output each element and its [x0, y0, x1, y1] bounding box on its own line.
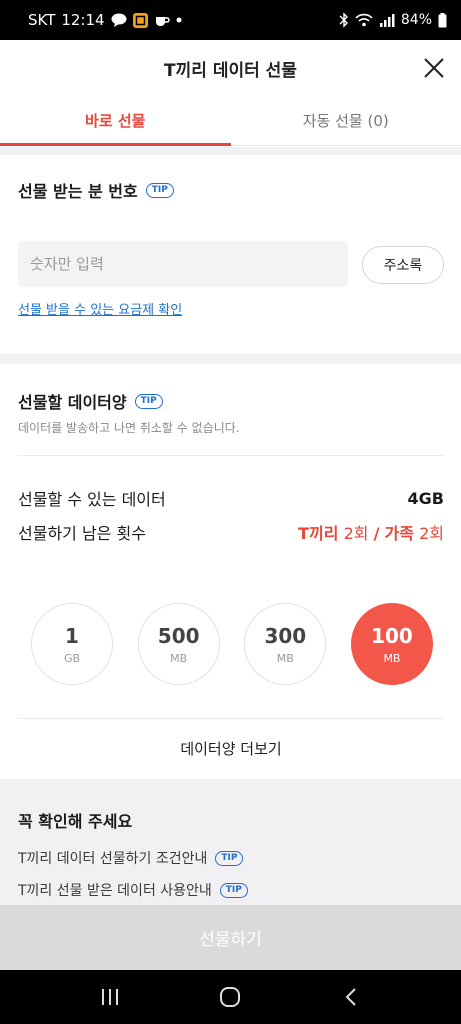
gift-submit-button[interactable]: 선물하기	[0, 905, 461, 970]
data-amount-section-title: 선물할 데이터양 TIP	[18, 389, 163, 413]
battery-percent: 84%	[400, 12, 432, 28]
remaining-count-label: 선물하기 남은 횟수	[18, 524, 146, 543]
recent-apps-icon[interactable]	[90, 977, 130, 1017]
amount-option-1gb[interactable]: 1 GB	[31, 603, 113, 685]
tab-direct-gift[interactable]: 바로 선물	[0, 96, 231, 146]
carrier-label: SKT	[28, 11, 56, 29]
more-notifications-dot-icon	[176, 17, 182, 23]
amount-value: 500	[157, 623, 200, 648]
data-amount-options: 1 GB 500 MB 300 MB 100 MB	[31, 603, 433, 685]
recipient-section-title: 선물 받는 분 번호 TIP	[18, 178, 174, 202]
bluetooth-icon	[339, 12, 349, 28]
amount-unit: GB	[63, 651, 81, 665]
amount-unit: MB	[276, 651, 294, 665]
divider	[18, 455, 444, 456]
amount-value: 1	[65, 623, 79, 648]
section-divider	[0, 147, 461, 155]
address-book-button[interactable]: 주소록	[362, 246, 444, 284]
amount-option-300mb[interactable]: 300 MB	[244, 603, 327, 685]
amount-unit: MB	[383, 651, 401, 665]
data-amount-tip-badge[interactable]: TIP	[134, 393, 163, 409]
remaining-count-value: T끼리 2회 / 가족 2회	[298, 520, 444, 544]
notice-item-label: T끼리 선물 받은 데이터 사용안내	[18, 883, 212, 899]
system-nav-bar	[0, 970, 461, 1024]
close-icon[interactable]	[421, 55, 447, 81]
page-header: T끼리 데이터 선물	[0, 40, 461, 96]
cup-notification-icon	[154, 13, 170, 27]
page-title: T끼리 데이터 선물	[164, 60, 297, 81]
available-data-row: 선물할 수 있는 데이터 4GB	[18, 486, 444, 510]
recipient-title-label: 선물 받는 분 번호	[18, 182, 138, 201]
remaining-tkiri-count: 2회	[343, 524, 369, 543]
notice-tip-badge[interactable]: TIP	[215, 850, 244, 866]
remaining-separator: /	[373, 524, 380, 543]
tab-auto-gift[interactable]: 자동 선물 (0)	[231, 96, 461, 145]
app-notification-icon	[132, 12, 148, 28]
notice-item-label: T끼리 데이터 선물하기 조건안내	[18, 851, 208, 867]
battery-icon	[438, 12, 447, 28]
amount-option-100mb[interactable]: 100 MB	[350, 603, 433, 685]
amount-value: 300	[264, 623, 307, 648]
remaining-family-label: 가족	[384, 524, 414, 543]
recipient-tip-badge[interactable]: TIP	[145, 182, 174, 198]
clock: 12:14	[61, 11, 105, 29]
amount-unit: MB	[170, 651, 188, 665]
amount-option-500mb[interactable]: 500 MB	[137, 603, 220, 685]
notice-title: 꼭 확인해 주세요	[18, 812, 133, 831]
notice-tip-badge[interactable]: TIP	[219, 882, 248, 898]
tab-bar: 바로 선물 자동 선물 (0)	[0, 96, 461, 146]
signal-icon	[379, 13, 395, 27]
amount-value: 100	[371, 623, 413, 648]
remaining-family-count: 2회	[419, 524, 444, 543]
data-amount-title-label: 선물할 데이터양	[18, 393, 127, 412]
status-bar: SKT 12:14 84%	[0, 0, 461, 40]
available-data-value: 4GB	[407, 488, 444, 508]
home-icon[interactable]	[210, 977, 250, 1017]
phone-number-input[interactable]	[18, 241, 348, 287]
available-data-label: 선물할 수 있는 데이터	[18, 490, 166, 509]
remaining-tkiri-label: T끼리	[298, 524, 339, 543]
section-divider	[0, 354, 461, 364]
more-data-amount-button[interactable]: 데이터양 더보기	[18, 718, 444, 778]
cancel-warning-note: 데이터를 발송하고 나면 취소할 수 없습니다.	[18, 421, 240, 435]
wifi-icon	[355, 13, 373, 27]
notice-item-condition[interactable]: T끼리 데이터 선물하기 조건안내 TIP	[18, 848, 244, 868]
notice-item-usage[interactable]: T끼리 선물 받은 데이터 사용안내 TIP	[18, 880, 248, 900]
remaining-count-row: 선물하기 남은 횟수 T끼리 2회 / 가족 2회	[18, 520, 444, 544]
back-icon[interactable]	[331, 977, 371, 1017]
plan-check-link[interactable]: 선물 받을 수 있는 요금제 확인	[18, 299, 182, 318]
chat-notification-icon	[111, 13, 127, 27]
